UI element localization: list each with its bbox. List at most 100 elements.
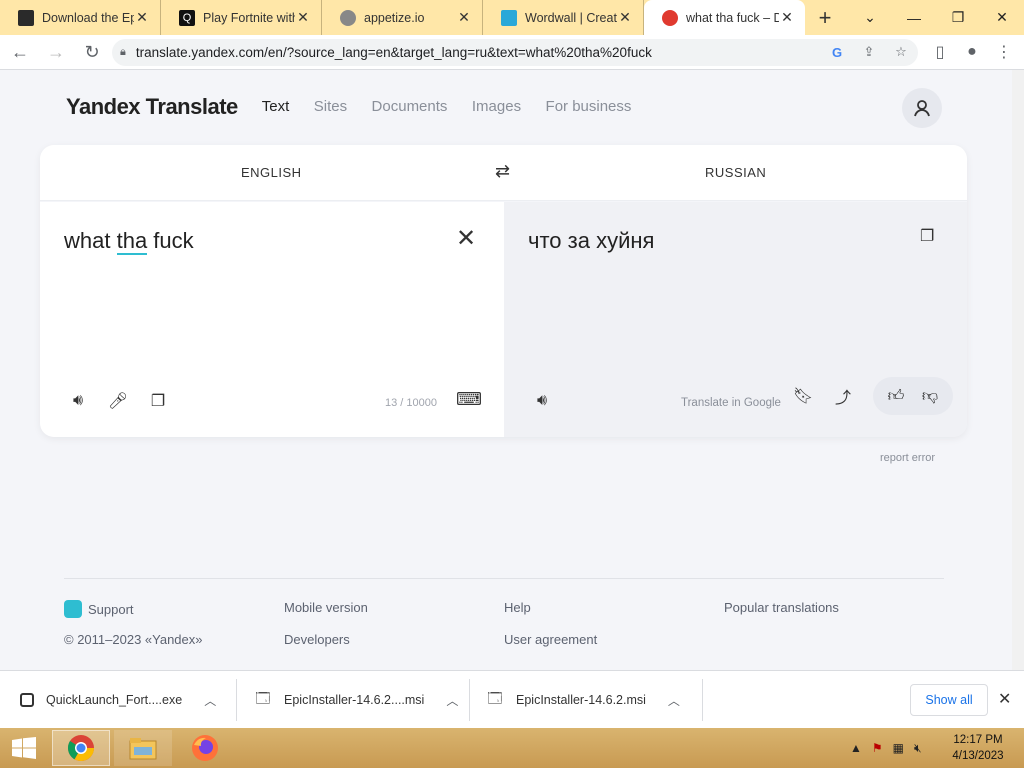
share-icon[interactable]: ⤴: [829, 382, 857, 410]
clear-text-icon[interactable]: ✕: [456, 224, 476, 253]
chevron-up-icon[interactable]: ︿: [204, 692, 216, 709]
bookmark-icon[interactable]: 🔖︎: [789, 382, 817, 410]
url-text[interactable]: translate.yandex.com/en/?source_lang=en&…: [136, 45, 652, 60]
close-tab-icon[interactable]: ✕: [456, 9, 472, 26]
copy-translation-icon[interactable]: ❐: [920, 226, 940, 246]
tab-appetize[interactable]: appetize.io ✕: [322, 0, 483, 35]
chevron-up-icon[interactable]: ︿: [446, 692, 458, 709]
file-explorer-taskbar-icon[interactable]: [114, 730, 172, 766]
chrome-taskbar-icon[interactable]: [52, 730, 110, 766]
globe-icon: [340, 9, 356, 26]
language-bar: ENGLISH ⇄ RUSSIAN: [40, 145, 967, 201]
download-item[interactable]: 🗔︎ EpicInstaller-14.6.2....msi ︿: [254, 671, 458, 729]
close-tab-icon[interactable]: ✕: [617, 9, 633, 26]
profile-icon[interactable]: ●: [958, 37, 986, 67]
google-lens-icon[interactable]: G: [826, 41, 848, 63]
epic-games-icon: [18, 9, 34, 26]
windows-start-icon[interactable]: [0, 728, 48, 768]
tab-title: Wordwall | Create: [525, 10, 617, 25]
translator-card: ENGLISH ⇄ RUSSIAN what tha fuck ✕ 🔊︎ 🎤︎ …: [40, 145, 967, 437]
download-item[interactable]: 🗔︎ EpicInstaller-14.6.2.msi ︿: [486, 671, 680, 729]
window-controls: ⌄ — ❐ ✕: [848, 0, 1024, 35]
thumbs-up-icon[interactable]: 👍︎: [879, 381, 913, 411]
tab-title: what tha fuck – D: [686, 10, 779, 25]
show-hidden-icons-icon[interactable]: ▲: [850, 741, 862, 755]
target-language-selector[interactable]: RUSSIAN: [705, 165, 766, 180]
reload-icon[interactable]: ↻: [76, 36, 108, 68]
rating-buttons: 👍︎ 👎︎: [873, 377, 953, 415]
main-nav: Text Sites Documents Images For business: [262, 98, 652, 116]
tab-epic-download[interactable]: Download the Ep ✕: [0, 0, 161, 35]
close-tab-icon[interactable]: ✕: [779, 9, 795, 26]
user-agreement-link[interactable]: User agreement: [504, 632, 597, 647]
report-error-link[interactable]: report error: [880, 452, 935, 464]
close-tab-icon[interactable]: ✕: [134, 9, 150, 26]
yandex-translate-logo[interactable]: Yandex Translate: [66, 94, 238, 120]
firefox-taskbar-icon[interactable]: [176, 730, 234, 766]
close-window-icon[interactable]: ✕: [980, 0, 1024, 35]
nav-for-business[interactable]: For business: [546, 98, 632, 115]
action-center-flag-icon[interactable]: ⚑: [872, 741, 883, 755]
forward-arrow-icon[interactable]: →: [40, 36, 72, 68]
volume-muted-icon[interactable]: 🔇︎: [914, 741, 922, 756]
divider: [469, 679, 470, 721]
keyboard-icon[interactable]: ⌨︎: [456, 389, 482, 410]
restore-icon[interactable]: ❐: [936, 0, 980, 35]
user-account-icon[interactable]: [902, 88, 942, 128]
divider: [236, 679, 237, 721]
support-link[interactable]: Support: [64, 600, 134, 618]
site-header: Yandex Translate Text Sites Documents Im…: [66, 94, 651, 120]
system-tray: ▲ ⚑ ▦ 🔇︎: [850, 728, 922, 768]
address-bar[interactable]: 🔒︎ translate.yandex.com/en/?source_lang=…: [112, 39, 918, 66]
tab-search-icon[interactable]: ⌄: [848, 0, 892, 35]
download-item[interactable]: QuickLaunch_Fort....exe ︿: [20, 671, 216, 729]
downloads-bar: QuickLaunch_Fort....exe ︿ 🗔︎ EpicInstall…: [0, 670, 1024, 728]
mobile-version-link[interactable]: Mobile version: [284, 600, 368, 615]
minimize-icon[interactable]: —: [892, 0, 936, 35]
source-text-input[interactable]: what tha fuck: [64, 228, 194, 255]
translation-actions: 🔖︎ ⤴ 👍︎ 👎︎: [789, 377, 953, 415]
translation-tools: 🔊︎: [528, 387, 568, 415]
page-content: Yandex Translate Text Sites Documents Im…: [0, 70, 1012, 670]
nav-documents[interactable]: Documents: [372, 98, 448, 115]
nav-sites[interactable]: Sites: [314, 98, 347, 115]
download-filename: EpicInstaller-14.6.2.msi: [516, 693, 646, 707]
source-language-selector[interactable]: ENGLISH: [241, 165, 302, 180]
translation-text: что за хуйня: [528, 228, 655, 253]
thumbs-down-icon[interactable]: 👎︎: [913, 381, 947, 411]
tab-wordwall[interactable]: Wordwall | Create ✕: [483, 0, 644, 35]
swap-languages-icon[interactable]: ⇄: [495, 161, 510, 182]
side-panel-icon[interactable]: ▯: [926, 37, 954, 67]
show-all-downloads-button[interactable]: Show all: [910, 684, 988, 716]
share-icon[interactable]: ⇪: [858, 41, 880, 63]
microphone-icon[interactable]: 🎤︎: [104, 387, 132, 415]
source-text-part: what: [64, 228, 117, 253]
bookmark-star-icon[interactable]: ☆: [890, 41, 912, 63]
wordwall-icon: [501, 9, 517, 26]
developers-link[interactable]: Developers: [284, 632, 350, 647]
tab-title: Download the Ep: [42, 10, 134, 25]
speaker-icon[interactable]: 🔊︎: [528, 387, 556, 415]
network-icon[interactable]: ▦: [893, 741, 904, 755]
nav-images[interactable]: Images: [472, 98, 521, 115]
chevron-up-icon[interactable]: ︿: [668, 692, 680, 709]
copy-icon[interactable]: ❐: [144, 387, 172, 415]
help-link[interactable]: Help: [504, 600, 531, 615]
close-tab-icon[interactable]: ✕: [295, 9, 311, 26]
system-clock[interactable]: 12:17 PM 4/13/2023: [948, 732, 1008, 764]
windows-taskbar: ▲ ⚑ ▦ 🔇︎ 12:17 PM 4/13/2023: [0, 728, 1024, 768]
translate-in-google-link[interactable]: Translate in Google: [681, 397, 781, 409]
quicklaunch-file-icon: [20, 693, 34, 707]
spellcheck-underlined-word[interactable]: tha: [116, 228, 148, 255]
new-tab-button[interactable]: +: [805, 0, 845, 35]
speaker-icon[interactable]: 🔊︎: [64, 387, 92, 415]
menu-kebab-icon[interactable]: ⋮: [990, 37, 1018, 67]
source-panel[interactable]: what tha fuck ✕ 🔊︎ 🎤︎ ❐ 13 / 10000 ⌨︎: [40, 202, 504, 437]
page-scrollbar[interactable]: [1012, 70, 1024, 670]
back-arrow-icon[interactable]: ←: [4, 36, 36, 68]
tab-yandex-translate[interactable]: what tha fuck – D ✕: [644, 0, 805, 35]
tab-play-fortnite[interactable]: Q Play Fortnite with ✕: [161, 0, 322, 35]
nav-text[interactable]: Text: [262, 98, 290, 115]
close-downloads-icon[interactable]: ✕: [998, 689, 1011, 709]
popular-translations-link[interactable]: Popular translations: [724, 600, 839, 615]
